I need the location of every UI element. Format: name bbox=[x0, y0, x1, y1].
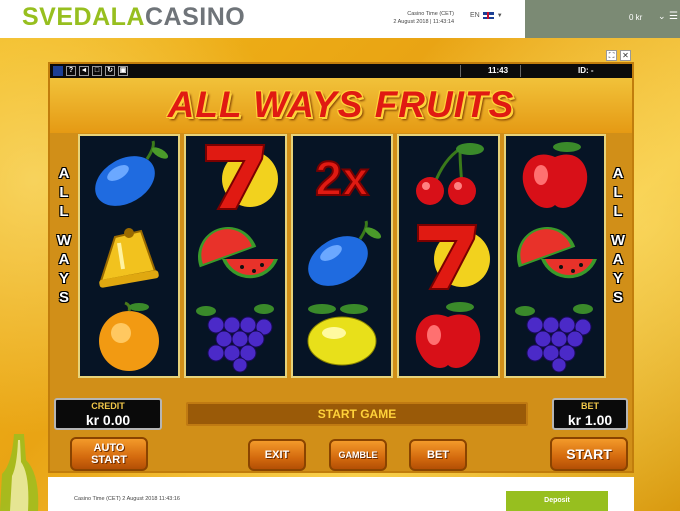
casino-time: Casino Time (CET) 2 August 2018 | 11:43:… bbox=[384, 10, 454, 26]
credit-label: CREDIT bbox=[91, 401, 125, 411]
reel-2 bbox=[184, 134, 287, 378]
credit-display: CREDIT kr 0.00 bbox=[54, 398, 162, 430]
side-letter: A bbox=[612, 165, 624, 182]
chevron-down-icon: ▼ bbox=[496, 12, 503, 19]
plum-icon bbox=[308, 220, 382, 286]
bet-value: kr 1.00 bbox=[567, 412, 613, 428]
reload-icon[interactable]: ↻ bbox=[105, 66, 115, 76]
svg-text:2x: 2x bbox=[315, 153, 369, 206]
deposit-button[interactable]: Deposit bbox=[506, 491, 608, 511]
side-letter: L bbox=[59, 203, 69, 220]
game-frame: ? ◄ □ ↻ ▣ 11:43 ID: - ALL WAYS FRUITS A … bbox=[48, 62, 634, 473]
plum-icon bbox=[95, 140, 169, 206]
multiplier-icon: 2x bbox=[314, 152, 370, 207]
reels-area: 2x bbox=[78, 134, 607, 378]
bell-icon bbox=[99, 228, 159, 288]
menu-icon[interactable]: ☰ bbox=[669, 11, 678, 22]
lemon-icon bbox=[307, 304, 377, 366]
orange-icon bbox=[99, 301, 160, 371]
reel-1 bbox=[78, 134, 181, 378]
expand-icon[interactable]: ⛶ bbox=[606, 50, 617, 61]
auto-start-line2: START bbox=[91, 454, 127, 466]
site-logo[interactable]: SVEDALACASINO bbox=[22, 3, 245, 31]
seven-icon bbox=[417, 224, 491, 290]
side-letter: W bbox=[56, 232, 72, 249]
side-letter: L bbox=[613, 203, 623, 220]
seven-icon bbox=[204, 144, 278, 210]
side-letter: W bbox=[610, 232, 626, 249]
bet-display: BET kr 1.00 bbox=[552, 398, 628, 430]
side-letter: L bbox=[59, 184, 69, 201]
side-letter: A bbox=[58, 251, 70, 268]
popup-controls: ⛶ ✕ bbox=[606, 50, 631, 61]
grapes-icon bbox=[514, 304, 593, 373]
watermelon-icon bbox=[516, 227, 597, 279]
bet-label: BET bbox=[581, 401, 599, 411]
account-dropdown-icon[interactable]: ⌄ bbox=[658, 11, 666, 22]
uk-flag-icon[interactable] bbox=[53, 66, 63, 76]
side-letter: A bbox=[612, 251, 624, 268]
casino-time-value: 2 August 2018 | 11:43:14 bbox=[393, 19, 454, 25]
language-selector[interactable]: EN ▼ bbox=[470, 12, 503, 19]
topbar-divider bbox=[460, 65, 461, 77]
game-title: ALL WAYS FRUITS bbox=[167, 84, 515, 125]
reel-5 bbox=[503, 134, 607, 378]
status-message: START GAME bbox=[186, 402, 528, 426]
auto-start-button[interactable]: AUTO START bbox=[70, 437, 148, 471]
side-letter: A bbox=[58, 165, 70, 182]
reel-3: 2x bbox=[290, 134, 394, 378]
decorative-bottle-icon bbox=[0, 434, 39, 511]
side-letter: S bbox=[612, 289, 623, 306]
cherries-icon bbox=[416, 143, 485, 205]
account-panel: 0 kr ⌄ ☰ bbox=[525, 0, 680, 38]
side-letter: Y bbox=[612, 270, 623, 287]
logo-part2: CASINO bbox=[144, 3, 246, 31]
close-icon[interactable]: ✕ bbox=[620, 50, 631, 61]
game-topbar: ? ◄ □ ↻ ▣ 11:43 ID: - bbox=[50, 64, 632, 78]
bet-button[interactable]: BET bbox=[409, 439, 467, 471]
credit-value: kr 0.00 bbox=[85, 412, 131, 428]
footer-casino-time: Casino Time (CET) 2 August 2018 11:43:16 bbox=[74, 496, 180, 502]
start-button[interactable]: START bbox=[550, 437, 628, 471]
balance: 0 kr bbox=[629, 13, 643, 22]
logo-part1: SVEDALA bbox=[22, 3, 145, 31]
title-band: ALL WAYS FRUITS bbox=[50, 78, 632, 133]
apple-icon bbox=[416, 302, 481, 368]
site-footer: Casino Time (CET) 2 August 2018 11:43:16… bbox=[48, 477, 634, 511]
side-letter: L bbox=[613, 184, 623, 201]
side-letter: S bbox=[58, 289, 69, 306]
fullscreen-icon[interactable]: □ bbox=[92, 66, 102, 76]
side-label-left: A L L W A Y S bbox=[54, 164, 74, 307]
topbar-divider bbox=[520, 65, 521, 77]
exit-button[interactable]: EXIT bbox=[248, 439, 306, 471]
game-id: ID: - bbox=[578, 66, 594, 75]
settings-icon[interactable]: ▣ bbox=[118, 66, 128, 76]
apple-icon bbox=[522, 142, 588, 208]
side-label-right: A L L W A Y S bbox=[608, 164, 628, 307]
gamble-button[interactable]: GAMBLE bbox=[329, 439, 387, 471]
reel-4 bbox=[397, 134, 500, 378]
watermelon-icon bbox=[197, 227, 278, 279]
side-letter: Y bbox=[58, 270, 69, 287]
language-code: EN bbox=[470, 12, 480, 19]
uk-flag-icon bbox=[482, 12, 494, 19]
help-icon[interactable]: ? bbox=[66, 66, 76, 76]
auto-start-line1: AUTO bbox=[93, 442, 125, 454]
game-clock: 11:43 bbox=[488, 66, 509, 75]
casino-time-label: Casino Time (CET) bbox=[407, 11, 454, 17]
sound-icon[interactable]: ◄ bbox=[79, 66, 89, 76]
site-header: SVEDALACASINO Casino Time (CET) 2 August… bbox=[0, 0, 680, 38]
grapes-icon bbox=[195, 304, 274, 373]
